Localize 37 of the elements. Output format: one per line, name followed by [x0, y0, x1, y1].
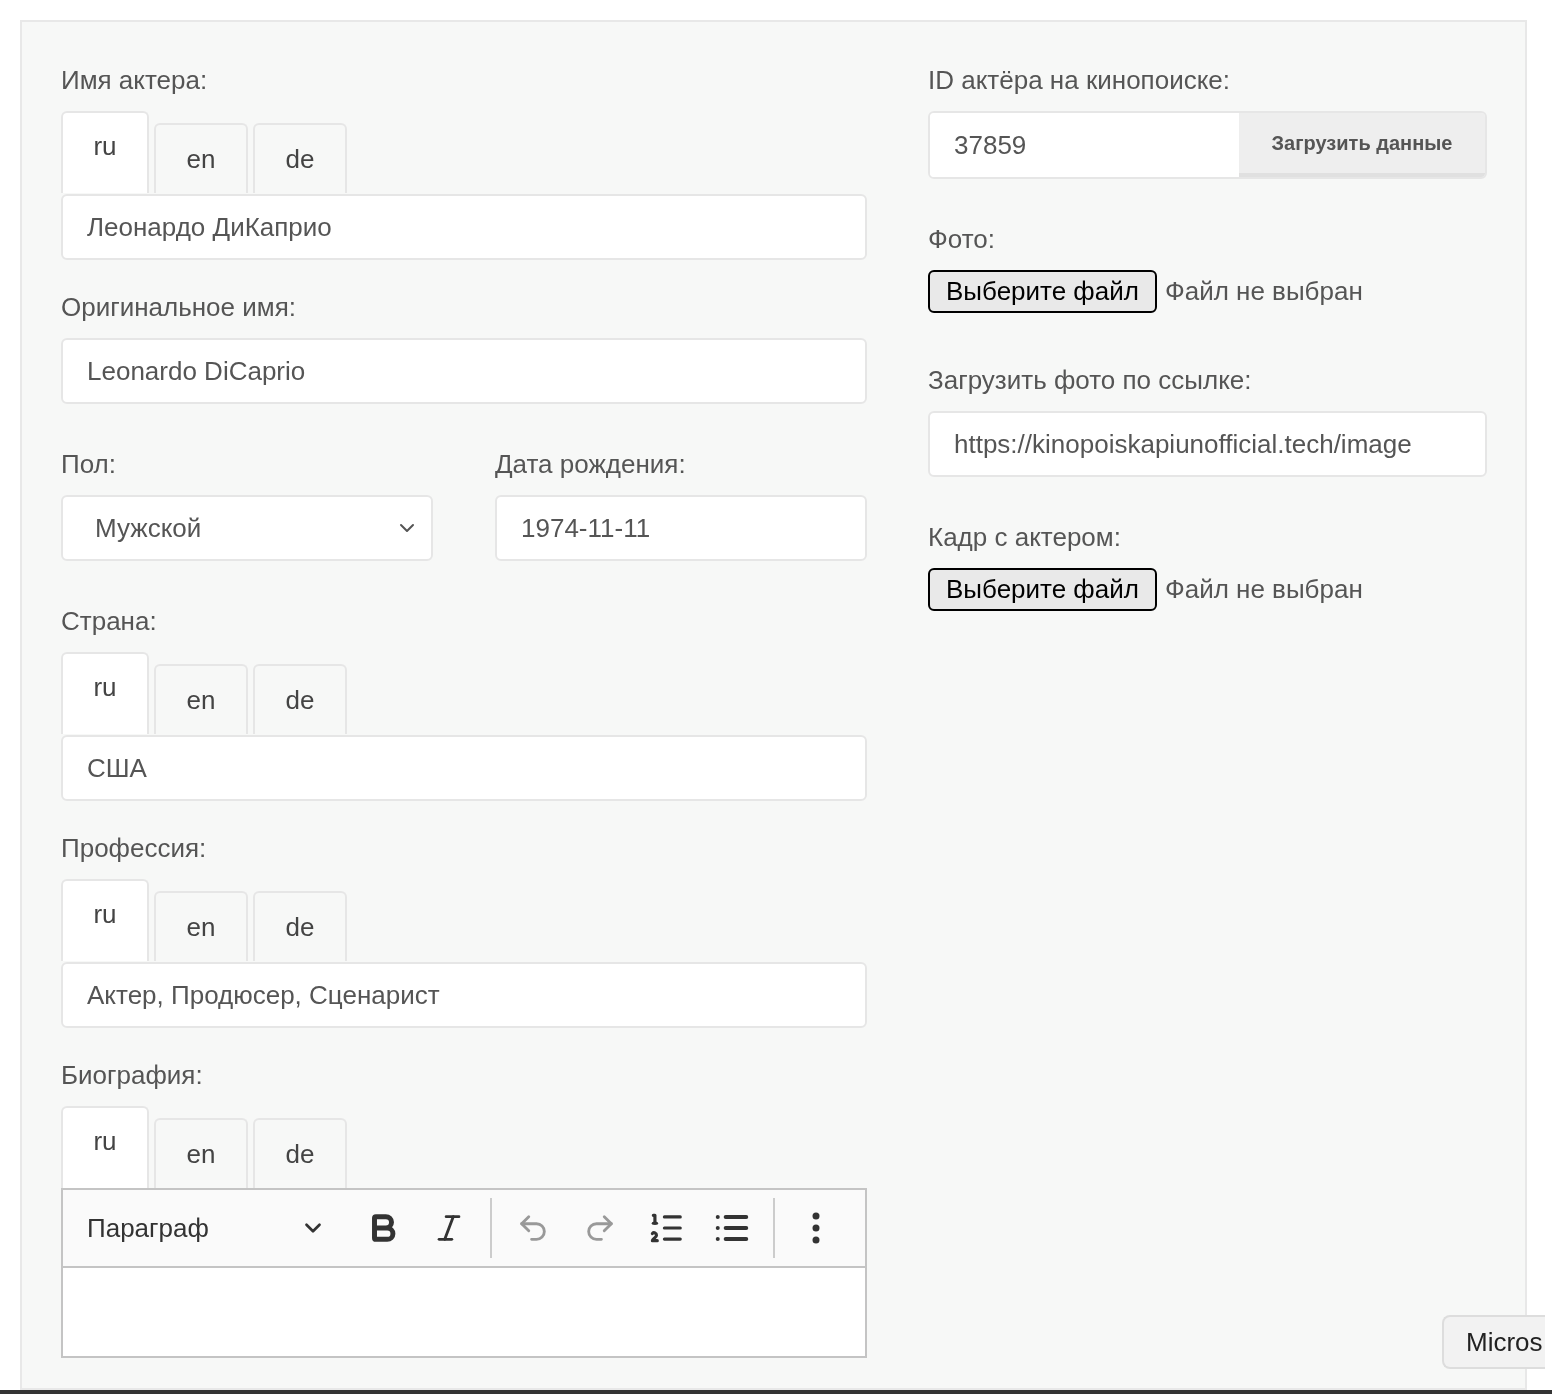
field-label: Пол: [61, 449, 116, 479]
input-field[interactable]: https://kinopoiskapiunofficial.tech/image [928, 411, 1487, 477]
language-tab[interactable]: de [253, 664, 347, 734]
field-label: Оригинальное имя: [61, 292, 296, 322]
language-tab[interactable]: en [154, 1118, 248, 1188]
choose-file-button[interactable]: Выберите файл [928, 270, 1157, 313]
field-label: Страна: [61, 606, 157, 636]
choose-file-button[interactable]: Выберите файл [928, 568, 1157, 611]
input-field[interactable]: Актер, Продюсер, Сценарист [61, 962, 867, 1028]
language-tab[interactable]: de [253, 891, 347, 961]
tooltip: Micros [1442, 1315, 1545, 1369]
gender-select[interactable]: Мужской [61, 495, 433, 561]
input-field[interactable]: США [61, 735, 867, 801]
field-label: Имя актера: [61, 65, 208, 95]
language-tab[interactable]: en [154, 123, 248, 193]
input-field[interactable]: Leonardo DiCaprio [61, 338, 867, 404]
language-tab[interactable]: en [154, 891, 248, 961]
language-tab[interactable]: ru [61, 111, 149, 193]
more-icon [811, 1212, 820, 1244]
field-label: Дата рождения: [495, 449, 686, 479]
language-tab[interactable]: ru [61, 879, 149, 961]
language-tab[interactable]: ru [61, 652, 149, 734]
paragraph-dropdown[interactable]: Параграф [87, 1208, 327, 1248]
language-tab[interactable]: ru [61, 1106, 149, 1188]
field-label: Фото: [928, 224, 995, 254]
field-label: Загрузить фото по ссылке: [928, 365, 1252, 395]
field-label: ID актёра на кинопоиске: [928, 65, 1231, 95]
language-tab[interactable]: de [253, 1118, 347, 1188]
file-status: Файл не выбран [1164, 275, 1363, 308]
field-label: Профессия: [61, 833, 207, 863]
input-field[interactable]: Леонардо ДиКаприо [61, 194, 867, 260]
language-tab[interactable]: de [253, 123, 347, 193]
language-tab[interactable]: en [154, 664, 248, 734]
input-field[interactable]: 1974-11-11 [495, 495, 867, 561]
file-status: Файл не выбран [1164, 573, 1363, 606]
field-label: Биография: [61, 1060, 203, 1090]
field-label: Кадр с актером: [928, 522, 1121, 552]
